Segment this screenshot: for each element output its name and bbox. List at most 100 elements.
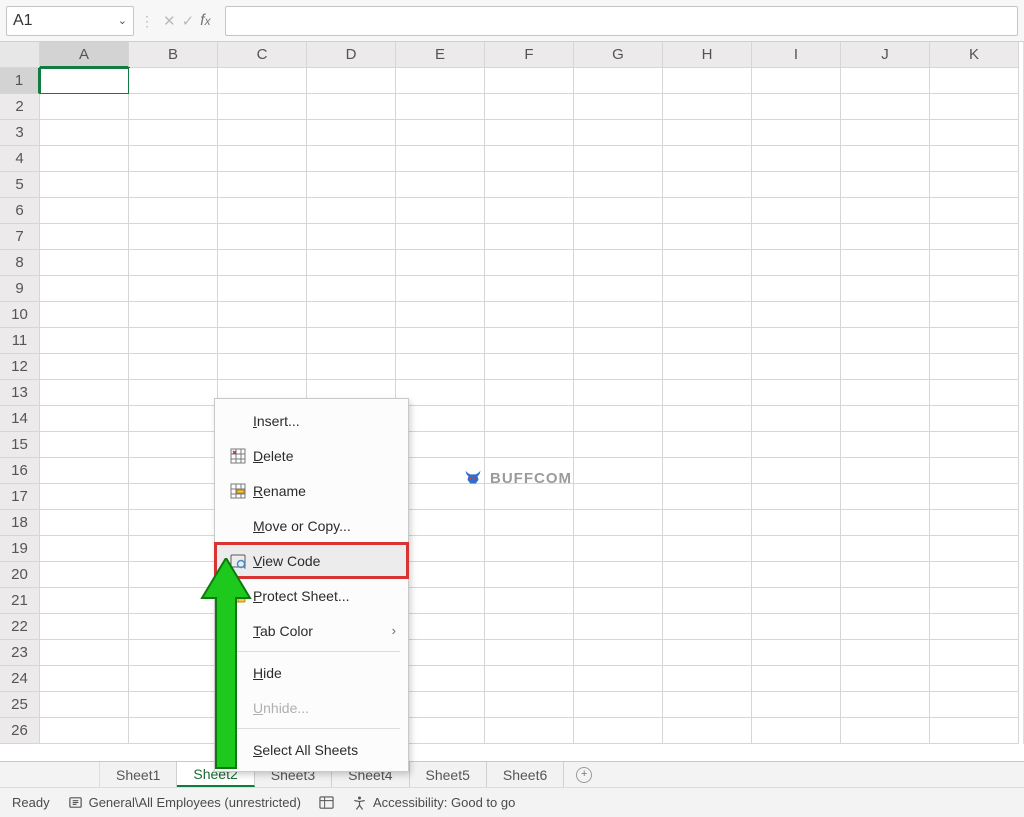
row-header[interactable]: 19 xyxy=(0,536,40,562)
cell[interactable] xyxy=(485,302,574,328)
row-header[interactable]: 6 xyxy=(0,198,40,224)
cell[interactable] xyxy=(40,380,129,406)
cell[interactable] xyxy=(930,328,1019,354)
cell[interactable] xyxy=(841,172,930,198)
cell[interactable] xyxy=(752,224,841,250)
cell[interactable] xyxy=(307,354,396,380)
cell[interactable] xyxy=(841,328,930,354)
cell[interactable] xyxy=(40,302,129,328)
cell[interactable] xyxy=(841,276,930,302)
cell[interactable] xyxy=(663,536,752,562)
cell[interactable] xyxy=(129,328,218,354)
column-header[interactable]: B xyxy=(129,42,218,68)
cell[interactable] xyxy=(574,666,663,692)
cell[interactable] xyxy=(218,146,307,172)
cell[interactable] xyxy=(129,146,218,172)
cell[interactable] xyxy=(129,276,218,302)
cell[interactable] xyxy=(129,458,218,484)
row-header[interactable]: 4 xyxy=(0,146,40,172)
cell[interactable] xyxy=(930,536,1019,562)
status-accessibility[interactable]: Accessibility: Good to go xyxy=(352,795,515,810)
cell[interactable] xyxy=(752,588,841,614)
cell[interactable] xyxy=(485,666,574,692)
cell[interactable] xyxy=(752,484,841,510)
cell[interactable] xyxy=(129,198,218,224)
cell[interactable] xyxy=(485,432,574,458)
menu-item-insert[interactable]: Insert... xyxy=(215,403,408,438)
cell[interactable] xyxy=(841,224,930,250)
cell[interactable] xyxy=(663,406,752,432)
cell[interactable] xyxy=(752,432,841,458)
cell[interactable] xyxy=(841,146,930,172)
cell[interactable] xyxy=(574,328,663,354)
cell[interactable] xyxy=(574,224,663,250)
cell[interactable] xyxy=(752,406,841,432)
column-header[interactable]: C xyxy=(218,42,307,68)
row-header[interactable]: 5 xyxy=(0,172,40,198)
cell[interactable] xyxy=(574,172,663,198)
cell[interactable] xyxy=(663,692,752,718)
column-header[interactable]: K xyxy=(930,42,1019,68)
cell[interactable] xyxy=(129,432,218,458)
cell[interactable] xyxy=(129,120,218,146)
cell[interactable] xyxy=(40,120,129,146)
cell[interactable] xyxy=(930,406,1019,432)
status-sensitivity[interactable]: General\All Employees (unrestricted) xyxy=(68,795,301,810)
cell[interactable] xyxy=(841,198,930,224)
cell[interactable] xyxy=(307,198,396,224)
cell[interactable] xyxy=(663,458,752,484)
cell[interactable] xyxy=(752,510,841,536)
cell[interactable] xyxy=(663,614,752,640)
cell[interactable] xyxy=(930,120,1019,146)
menu-item-delete[interactable]: Delete xyxy=(215,438,408,473)
status-workbook-stats-button[interactable] xyxy=(319,795,334,810)
cell[interactable] xyxy=(752,614,841,640)
cell[interactable] xyxy=(752,458,841,484)
cell[interactable] xyxy=(930,354,1019,380)
cell[interactable] xyxy=(40,458,129,484)
cell[interactable] xyxy=(40,614,129,640)
cell[interactable] xyxy=(129,94,218,120)
cell[interactable] xyxy=(930,276,1019,302)
cell[interactable] xyxy=(663,276,752,302)
formula-input[interactable] xyxy=(225,6,1018,36)
cell[interactable] xyxy=(574,276,663,302)
cell[interactable] xyxy=(574,406,663,432)
cell[interactable] xyxy=(40,224,129,250)
cell[interactable] xyxy=(752,718,841,744)
cell[interactable] xyxy=(930,614,1019,640)
cell[interactable] xyxy=(129,380,218,406)
row-header[interactable]: 22 xyxy=(0,614,40,640)
cell[interactable] xyxy=(930,250,1019,276)
cell[interactable] xyxy=(396,718,485,744)
cell[interactable] xyxy=(218,68,307,94)
cell[interactable] xyxy=(218,120,307,146)
row-header[interactable]: 11 xyxy=(0,328,40,354)
cell[interactable] xyxy=(930,146,1019,172)
cell[interactable] xyxy=(40,588,129,614)
cell[interactable] xyxy=(930,458,1019,484)
cell[interactable] xyxy=(841,68,930,94)
cell[interactable] xyxy=(485,224,574,250)
cell[interactable] xyxy=(752,198,841,224)
cell[interactable] xyxy=(930,692,1019,718)
cell[interactable] xyxy=(129,224,218,250)
column-header[interactable]: A xyxy=(40,42,129,68)
cell[interactable] xyxy=(40,666,129,692)
cell[interactable] xyxy=(40,172,129,198)
cell[interactable] xyxy=(663,172,752,198)
cell[interactable] xyxy=(663,380,752,406)
cell[interactable] xyxy=(930,172,1019,198)
cell[interactable] xyxy=(841,484,930,510)
row-header[interactable]: 13 xyxy=(0,380,40,406)
cell[interactable] xyxy=(129,510,218,536)
row-header[interactable]: 12 xyxy=(0,354,40,380)
cell[interactable] xyxy=(574,68,663,94)
row-header[interactable]: 9 xyxy=(0,276,40,302)
cell[interactable] xyxy=(40,328,129,354)
cell[interactable] xyxy=(841,432,930,458)
cell[interactable] xyxy=(930,666,1019,692)
cell[interactable] xyxy=(485,354,574,380)
cell[interactable] xyxy=(752,146,841,172)
cell[interactable] xyxy=(752,640,841,666)
